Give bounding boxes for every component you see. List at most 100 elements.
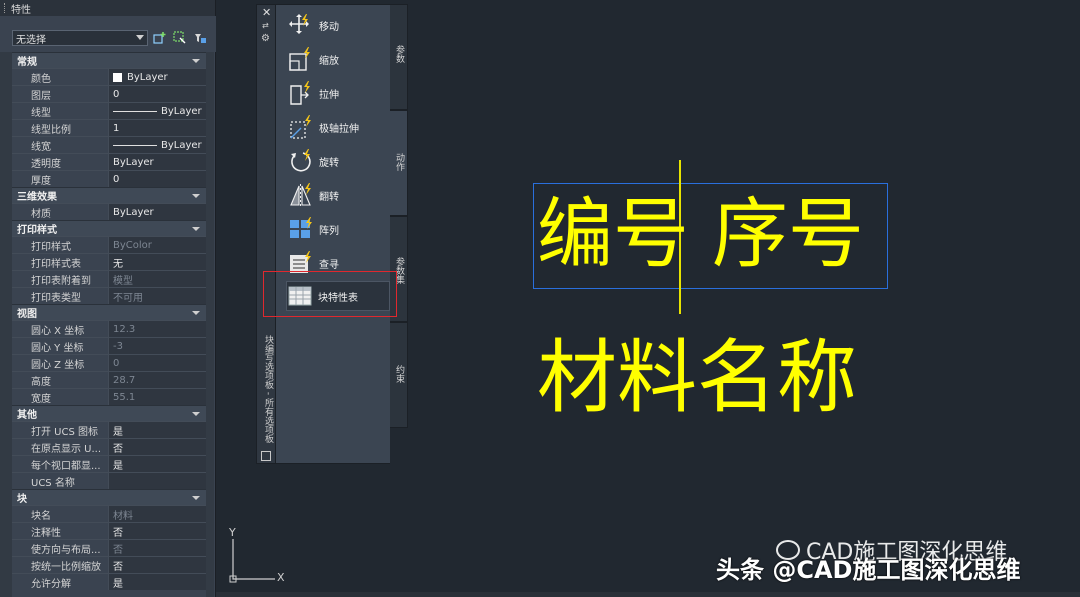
tool-flip[interactable]: 翻转 [288,180,388,210]
property-value[interactable]: 28.7 [108,372,206,388]
property-value[interactable]: 不可用 [108,288,206,304]
property-value[interactable]: 0 [108,86,206,102]
property-value[interactable]: 0 [108,355,206,371]
property-row[interactable]: 打开 UCS 图标是 [12,421,206,438]
property-value[interactable]: 55.1 [108,389,206,405]
property-row[interactable]: 高度 28.7 [12,371,206,388]
drawing-text-serial[interactable]: 序号 [712,196,864,272]
close-icon[interactable]: ✕ [262,6,271,19]
tool-array[interactable]: 阵列 [288,214,388,244]
property-row[interactable]: 块名 材料 [12,505,206,522]
palette-menu-icon[interactable] [261,451,271,461]
property-row[interactable]: 按统一比例缩放否 [12,556,206,573]
tool-polar-stretch[interactable]: 极轴拉伸 [288,112,388,142]
property-value[interactable]: ByLayer [108,103,206,119]
property-row[interactable]: 图层 0 [12,85,206,102]
scale-icon [288,46,314,72]
property-value[interactable]: 否 [108,439,206,455]
property-value[interactable]: ByColor [108,237,206,253]
property-row[interactable]: 圆心 Y 坐标 -3 [12,337,206,354]
property-row[interactable]: 打印样式表无 [12,253,206,270]
section-header[interactable]: 块 [12,489,206,505]
property-row[interactable]: 注释性否 [12,522,206,539]
tool-rotate[interactable]: 旋转 [288,146,388,176]
chevron-down-icon[interactable] [192,311,200,315]
property-key: 透明度 [12,154,108,170]
property-row[interactable]: 使方向与布局... 否 [12,539,206,556]
linetype-preview [113,144,157,146]
property-value[interactable]: 是 [108,574,206,590]
property-value-text: 否 [113,527,123,539]
property-row[interactable]: 透明度 ByLayer [12,153,206,170]
property-value[interactable]: 否 [108,523,206,539]
tool-move[interactable]: 移动 [288,10,388,40]
property-value[interactable]: 1 [108,120,206,136]
property-row[interactable]: 打印表类型 不可用 [12,287,206,304]
property-row[interactable]: 材质 ByLayer [12,203,206,220]
property-value[interactable]: 0 [108,171,206,187]
quick-select-icon[interactable] [193,31,207,45]
property-value[interactable]: 材料 [108,506,206,522]
auto-hide-icon[interactable]: ⇄ [262,21,269,30]
property-row[interactable]: 允许分解是 [12,573,206,590]
tab-actions[interactable]: 动作 [390,110,408,216]
property-value-text: -3 [113,340,123,352]
property-row[interactable]: UCS 名称 [12,472,206,489]
property-row[interactable]: 圆心 X 坐标 12.3 [12,320,206,337]
section-header[interactable]: 三维效果 [12,187,206,203]
property-row[interactable]: 宽度 55.1 [12,388,206,405]
property-row[interactable]: 打印表附着到 模型 [12,270,206,287]
property-value[interactable]: ByLayer [108,204,206,220]
property-row[interactable]: 线型 ByLayer [12,102,206,119]
property-row[interactable]: 每个视口都显... 是 [12,455,206,472]
select-objects-icon[interactable] [173,31,187,45]
property-row[interactable]: 厚度 0 [12,170,206,187]
flip-icon [288,182,314,208]
property-value[interactable]: 无 [108,254,206,270]
toggle-pickadd-icon[interactable] [153,31,167,45]
section-header[interactable]: 打印样式 [12,220,206,236]
property-value[interactable] [108,473,206,489]
property-value[interactable]: ByLayer [108,69,206,85]
property-value[interactable]: -3 [108,338,206,354]
tab-constraints[interactable]: 约束 [390,322,408,428]
property-value-text: 0 [113,173,120,185]
property-row[interactable]: 圆心 Z 坐标 0 [12,354,206,371]
properties-icon[interactable]: ⚙ [261,33,270,44]
grip-icon[interactable] [4,3,7,13]
property-key: 打印样式表 [12,254,108,270]
property-value[interactable]: ByLayer [108,154,206,170]
property-row[interactable]: 打印样式 ByColor [12,236,206,253]
palette-title-strip[interactable]: ✕ ⇄ ⚙ 块编写选项板 - 所有选项板 [256,4,276,464]
tool-stretch[interactable]: 拉伸 [288,78,388,108]
property-value[interactable]: 12.3 [108,321,206,337]
property-row[interactable]: 在原点显示 U... 否 [12,438,206,455]
tab-parameters[interactable]: 参数 [390,4,408,110]
property-row[interactable]: 线型比例 1 [12,119,206,136]
properties-title-bar[interactable]: 特性 [0,0,215,16]
chevron-down-icon[interactable] [192,59,200,63]
property-row[interactable]: 颜色 ByLayer [12,68,206,85]
chevron-down-icon[interactable] [192,227,200,231]
polar-stretch-icon [288,114,314,140]
drawing-text-number[interactable]: 编号 [537,196,689,272]
property-value[interactable]: 是 [108,422,206,438]
property-value[interactable]: 否 [108,557,206,573]
chevron-down-icon[interactable] [192,496,200,500]
properties-scrollbar[interactable] [206,52,214,597]
property-row[interactable]: 线宽 ByLayer [12,136,206,153]
drawing-text-material-name[interactable]: 材料名称 [537,338,857,418]
property-value[interactable]: 是 [108,456,206,472]
section-header[interactable]: 视图 [12,304,206,320]
selection-dropdown[interactable]: 无选择 [12,30,148,46]
section-header[interactable]: 常规 [12,52,206,68]
chevron-down-icon[interactable] [192,194,200,198]
section-title: 常规 [17,57,37,68]
color-swatch [113,72,122,82]
chevron-down-icon[interactable] [192,412,200,416]
section-header[interactable]: 其他 [12,405,206,421]
property-value[interactable]: 否 [108,540,206,556]
tool-scale[interactable]: 缩放 [288,44,388,74]
property-value[interactable]: ByLayer [108,137,206,153]
property-value[interactable]: 模型 [108,271,206,287]
